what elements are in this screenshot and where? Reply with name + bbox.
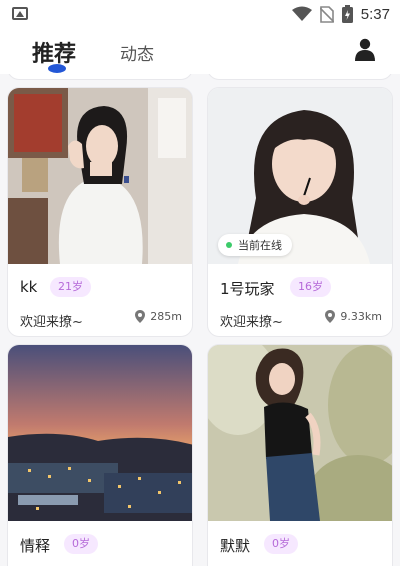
card-info: 1号玩家 16岁 欢迎来撩~ 9.33km [208, 264, 392, 336]
card-info: 情释 0岁 [8, 521, 192, 566]
user-name: 情释 [20, 537, 51, 555]
clock: 5:37 [360, 5, 390, 23]
previous-card-bottom [7, 74, 193, 80]
location-pin-icon [325, 310, 336, 323]
online-dot [226, 242, 232, 248]
distance-value: 285m [150, 310, 182, 323]
person-icon[interactable] [354, 38, 376, 62]
user-photo: 当前在线 [208, 88, 392, 264]
card-info: 默默 0岁 [208, 521, 392, 566]
image-icon [12, 7, 28, 20]
distance: 285m [135, 310, 182, 323]
user-card[interactable]: 当前在线 1号玩家 16岁 欢迎来撩~ 9.33km [207, 87, 393, 337]
age-badge: 16岁 [290, 277, 331, 297]
greeting: 欢迎来撩~ [20, 315, 83, 330]
user-photo [8, 345, 192, 521]
user-photo [8, 88, 192, 264]
user-card[interactable]: 默默 0岁 [207, 344, 393, 566]
age-badge: 0岁 [64, 534, 98, 554]
age-badge: 21岁 [50, 277, 91, 297]
wifi-icon [291, 6, 312, 21]
previous-card-bottom [207, 74, 393, 80]
user-name: 1号玩家 [220, 280, 275, 298]
online-label: 当前在线 [238, 239, 282, 252]
user-name: 默默 [220, 537, 251, 555]
user-card[interactable]: kk 21岁 欢迎来撩~ 285m [7, 87, 193, 337]
status-icons: 5:37 [291, 4, 390, 24]
top-nav: 推荐 动态 [0, 28, 400, 74]
status-bar: 5:37 [0, 0, 400, 28]
user-card[interactable]: 情释 0岁 [7, 344, 193, 566]
active-tab-indicator [48, 64, 66, 73]
greeting: 欢迎来撩~ [220, 315, 283, 330]
user-name: kk [20, 278, 38, 296]
tab-moments[interactable]: 动态 [120, 40, 154, 65]
online-status-badge: 当前在线 [218, 234, 292, 256]
user-feed: kk 21岁 欢迎来撩~ 285m 当前在线 1号玩家 16岁 欢迎来撩~ 9.… [0, 74, 400, 566]
card-info: kk 21岁 欢迎来撩~ 285m [8, 264, 192, 336]
user-photo [208, 345, 392, 521]
distance-value: 9.33km [340, 310, 382, 323]
no-sim-icon [319, 5, 334, 23]
age-badge: 0岁 [264, 534, 298, 554]
battery-charging-icon [341, 5, 353, 23]
distance: 9.33km [325, 310, 382, 323]
location-pin-icon [135, 310, 146, 323]
